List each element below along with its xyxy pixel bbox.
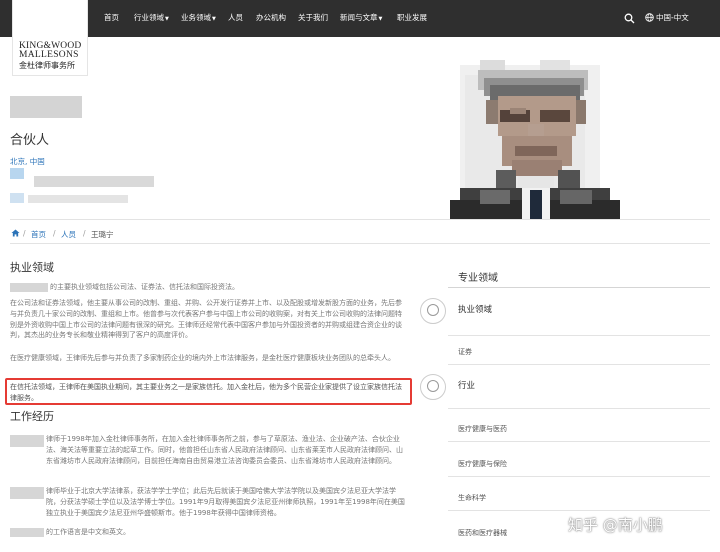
breadcrumb-separator: / [83, 229, 86, 238]
sidebar-item-healthcare-insurance[interactable]: 医疗健康与保险 [458, 459, 507, 469]
breadcrumb-separator: / [53, 229, 56, 238]
nav-item-industries[interactable]: 行业领域▼ [134, 12, 169, 23]
sidebar-industry-heading: 行业 [458, 381, 476, 391]
sidebar-item-medical-devices[interactable]: 医药和医疗器械 [458, 528, 507, 538]
profile-portrait [440, 40, 630, 220]
blurred-phone-icon [10, 168, 24, 179]
breadcrumb-current: 王璐宁 [91, 230, 114, 239]
home-icon[interactable] [11, 229, 20, 237]
nav-item-about[interactable]: 关于我们 [298, 12, 328, 23]
blurred-name [10, 96, 82, 118]
experience-heading: 工作经历 [10, 410, 54, 423]
practice-paragraph-3: 在医疗健康领域，王律师先后参与并负责了多家制药企业的境内外上市法律服务，是金杜医… [10, 354, 395, 362]
practice-areas-heading: 执业领域 [10, 261, 54, 274]
zhihu-watermark: 知乎 @南小鹏 [568, 516, 663, 534]
nav-item-home[interactable]: 首页 [104, 12, 119, 23]
blurred-contact [34, 176, 154, 187]
chevron-down-icon: ▼ [378, 16, 383, 22]
blurred-name [10, 528, 44, 537]
practice-paragraph-1: 的主要执业领域包括公司法、证券法、信托法和国际投资法。 [50, 283, 239, 291]
search-icon[interactable] [624, 13, 635, 24]
divider [448, 335, 710, 336]
globe-icon [645, 13, 654, 22]
divider [448, 408, 710, 409]
blurred-email-icon [10, 193, 24, 203]
divider [448, 441, 710, 442]
nav-item-practices[interactable]: 业务领域▼ [181, 12, 216, 23]
divider [448, 287, 710, 288]
language-selector[interactable]: 中国-中文 [656, 12, 689, 23]
sidebar-item-life-sciences[interactable]: 生命科学 [458, 493, 486, 503]
highlight-box [5, 378, 412, 405]
blurred-name [10, 435, 44, 447]
breadcrumb-people[interactable]: 人员 [61, 229, 76, 240]
divider [448, 510, 710, 511]
experience-paragraph-3: 的工作语言是中文和英文。 [46, 528, 130, 536]
sidebar-practice-heading: 执业领域 [458, 305, 493, 315]
breadcrumb-home[interactable]: 首页 [31, 229, 46, 240]
sidebar-item-securities[interactable]: 证券 [458, 347, 472, 357]
breadcrumb-separator: / [23, 229, 26, 238]
divider [10, 243, 710, 244]
nav-item-offices[interactable]: 办公机构 [256, 12, 286, 23]
logo-line-3: 金杜律师事务所 [19, 61, 75, 70]
nav-item-careers[interactable]: 职业发展 [397, 12, 427, 23]
profile-title: 合伙人 [10, 133, 50, 148]
chevron-down-icon: ▼ [212, 16, 216, 22]
experience-paragraph-1: 律师于1998年加入金杜律师事务所，在加入金杜律师事务所之前，参与了草原法、渔业… [46, 435, 403, 465]
award-badge-icon [420, 374, 446, 400]
kwm-logo[interactable]: KING&WOOD MALLESONS 金杜律师事务所 [12, 0, 88, 76]
logo-line-2: MALLESONS [19, 50, 79, 60]
divider [448, 364, 710, 365]
blurred-name [10, 487, 44, 499]
experience-paragraph-2: 律师毕业于北京大学法律系，获法学学士学位；此后先后就读于美国哈佛大学法学院以及美… [46, 487, 405, 517]
divider [10, 219, 710, 220]
profile-location[interactable]: 北京, 中国 [10, 156, 45, 167]
award-badge-icon [420, 298, 446, 324]
blurred-name [10, 283, 48, 292]
nav-item-people[interactable]: 人员 [228, 12, 243, 23]
practice-paragraph-2: 在公司法和证券法领域，他主要从事公司的改制、重组、并购、公开发行证券并上市、以及… [10, 299, 402, 340]
blurred-email [28, 195, 128, 203]
nav-item-news[interactable]: 新闻与文章▼ [340, 12, 382, 23]
chevron-down-icon: ▼ [165, 16, 169, 22]
divider [448, 476, 710, 477]
sidebar-item-healthcare-pharma[interactable]: 医疗健康与医药 [458, 424, 507, 434]
sidebar-title: 专业领域 [458, 273, 498, 284]
